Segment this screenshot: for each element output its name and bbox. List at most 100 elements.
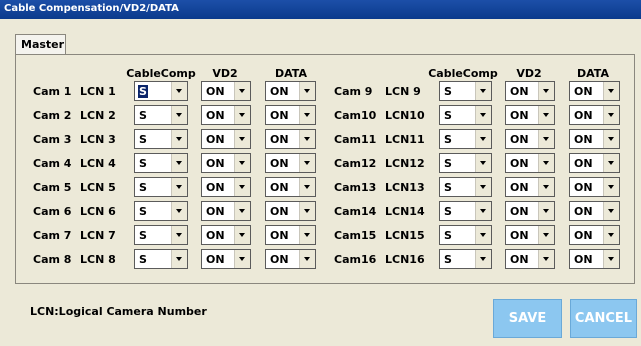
cablecomp-select[interactable]: S: [439, 249, 492, 269]
chevron-down-icon[interactable]: [475, 226, 491, 244]
vd2-select[interactable]: ON: [201, 81, 251, 101]
chevron-down-icon[interactable]: [171, 250, 187, 268]
chevron-down-icon[interactable]: [475, 106, 491, 124]
data-select[interactable]: ON: [265, 129, 316, 149]
chevron-down-icon[interactable]: [299, 250, 315, 268]
chevron-down-icon[interactable]: [538, 154, 554, 172]
chevron-down-icon[interactable]: [299, 154, 315, 172]
cablecomp-select[interactable]: S: [134, 153, 188, 173]
chevron-down-icon[interactable]: [234, 202, 250, 220]
cablecomp-select[interactable]: S: [439, 225, 492, 245]
data-select[interactable]: ON: [569, 201, 620, 221]
chevron-down-icon[interactable]: [475, 154, 491, 172]
cablecomp-select[interactable]: S: [439, 81, 492, 101]
cablecomp-select[interactable]: S: [439, 177, 492, 197]
chevron-down-icon[interactable]: [538, 130, 554, 148]
chevron-down-icon[interactable]: [475, 82, 491, 100]
chevron-down-icon[interactable]: [234, 154, 250, 172]
chevron-down-icon[interactable]: [475, 130, 491, 148]
data-select[interactable]: ON: [569, 81, 620, 101]
data-select[interactable]: ON: [569, 225, 620, 245]
chevron-down-icon[interactable]: [603, 106, 619, 124]
vd2-select[interactable]: ON: [201, 177, 251, 197]
data-select[interactable]: ON: [265, 201, 316, 221]
cablecomp-select[interactable]: S: [439, 129, 492, 149]
cancel-button[interactable]: CANCEL: [570, 299, 637, 338]
vd2-select[interactable]: ON: [505, 249, 555, 269]
chevron-down-icon[interactable]: [171, 106, 187, 124]
data-select[interactable]: ON: [265, 105, 316, 125]
data-select-value: ON: [270, 205, 289, 218]
data-select[interactable]: ON: [569, 177, 620, 197]
data-select[interactable]: ON: [569, 249, 620, 269]
vd2-select[interactable]: ON: [201, 249, 251, 269]
chevron-down-icon[interactable]: [299, 106, 315, 124]
vd2-select[interactable]: ON: [505, 177, 555, 197]
cablecomp-select[interactable]: S: [134, 177, 188, 197]
cablecomp-select[interactable]: S: [134, 105, 188, 125]
chevron-down-icon[interactable]: [171, 130, 187, 148]
chevron-down-icon[interactable]: [234, 82, 250, 100]
chevron-down-icon[interactable]: [603, 130, 619, 148]
chevron-down-icon[interactable]: [234, 178, 250, 196]
chevron-down-icon[interactable]: [171, 178, 187, 196]
chevron-down-icon[interactable]: [538, 202, 554, 220]
chevron-down-icon[interactable]: [538, 250, 554, 268]
tab-master[interactable]: Master: [15, 34, 66, 55]
chevron-down-icon[interactable]: [299, 202, 315, 220]
chevron-down-icon[interactable]: [171, 226, 187, 244]
cablecomp-select[interactable]: S: [134, 249, 188, 269]
vd2-select[interactable]: ON: [505, 225, 555, 245]
data-select[interactable]: ON: [265, 153, 316, 173]
data-select[interactable]: ON: [265, 177, 316, 197]
vd2-select[interactable]: ON: [505, 153, 555, 173]
chevron-down-icon[interactable]: [299, 226, 315, 244]
chevron-down-icon[interactable]: [475, 202, 491, 220]
cablecomp-select[interactable]: S: [134, 129, 188, 149]
chevron-down-icon[interactable]: [234, 226, 250, 244]
chevron-down-icon[interactable]: [603, 178, 619, 196]
cablecomp-select[interactable]: S: [134, 201, 188, 221]
cablecomp-select[interactable]: S: [439, 201, 492, 221]
chevron-down-icon[interactable]: [603, 250, 619, 268]
data-select[interactable]: ON: [569, 105, 620, 125]
data-select[interactable]: ON: [265, 225, 316, 245]
vd2-select[interactable]: ON: [201, 105, 251, 125]
vd2-select[interactable]: ON: [505, 105, 555, 125]
chevron-down-icon[interactable]: [171, 202, 187, 220]
chevron-down-icon[interactable]: [171, 82, 187, 100]
chevron-down-icon[interactable]: [299, 130, 315, 148]
data-select[interactable]: ON: [265, 81, 316, 101]
cablecomp-select[interactable]: S: [439, 105, 492, 125]
data-select[interactable]: ON: [569, 129, 620, 149]
chevron-down-icon[interactable]: [234, 250, 250, 268]
save-button[interactable]: SAVE: [493, 299, 562, 338]
chevron-down-icon[interactable]: [603, 226, 619, 244]
chevron-down-icon[interactable]: [234, 106, 250, 124]
chevron-down-icon[interactable]: [603, 202, 619, 220]
vd2-select[interactable]: ON: [505, 201, 555, 221]
chevron-down-icon[interactable]: [538, 226, 554, 244]
chevron-down-icon[interactable]: [538, 106, 554, 124]
cablecomp-select[interactable]: S: [439, 153, 492, 173]
chevron-down-icon[interactable]: [171, 154, 187, 172]
data-select[interactable]: ON: [265, 249, 316, 269]
chevron-down-icon[interactable]: [299, 178, 315, 196]
vd2-select[interactable]: ON: [201, 129, 251, 149]
chevron-down-icon[interactable]: [475, 250, 491, 268]
data-select[interactable]: ON: [569, 153, 620, 173]
cablecomp-select[interactable]: S: [134, 81, 188, 101]
vd2-select[interactable]: ON: [201, 153, 251, 173]
vd2-select[interactable]: ON: [505, 81, 555, 101]
chevron-down-icon[interactable]: [538, 82, 554, 100]
vd2-select[interactable]: ON: [201, 201, 251, 221]
cablecomp-select[interactable]: S: [134, 225, 188, 245]
vd2-select[interactable]: ON: [505, 129, 555, 149]
chevron-down-icon[interactable]: [538, 178, 554, 196]
chevron-down-icon[interactable]: [603, 82, 619, 100]
chevron-down-icon[interactable]: [475, 178, 491, 196]
vd2-select[interactable]: ON: [201, 225, 251, 245]
chevron-down-icon[interactable]: [234, 130, 250, 148]
chevron-down-icon[interactable]: [299, 82, 315, 100]
chevron-down-icon[interactable]: [603, 154, 619, 172]
